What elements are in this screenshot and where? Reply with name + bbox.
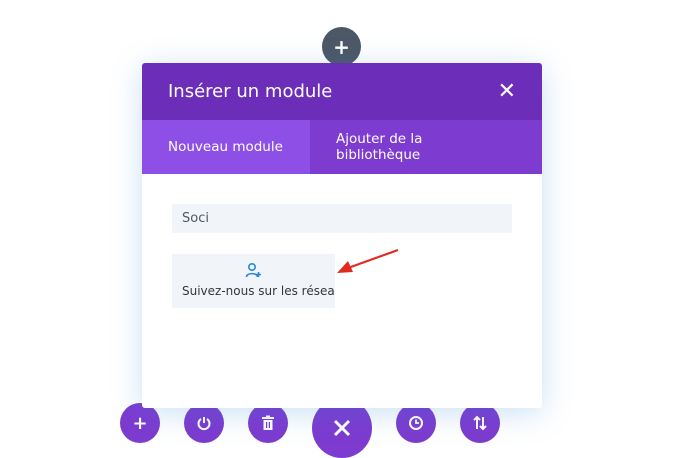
modal-title: Insérer un module (168, 81, 333, 102)
add-section-button[interactable]: + (322, 27, 361, 66)
module-search-input[interactable] (172, 204, 512, 233)
tab-label: Nouveau module (168, 139, 283, 155)
tab-label-line2: bibliothèque (336, 147, 421, 163)
annotation-arrow-icon (337, 248, 399, 273)
close-icon[interactable]: ✕ (498, 80, 516, 103)
add-module-button[interactable]: + (120, 403, 160, 443)
power-icon (197, 417, 211, 431)
tab-label: Ajouter de la bibliothèque (336, 131, 422, 163)
insert-module-modal: Insérer un module ✕ Nouveau module Ajout… (142, 63, 542, 408)
tab-add-from-library[interactable]: Ajouter de la bibliothèque (310, 120, 450, 174)
portability-button[interactable] (460, 403, 500, 443)
follow-user-icon (245, 262, 261, 278)
tab-new-module[interactable]: Nouveau module (142, 120, 310, 174)
history-icon (409, 416, 423, 430)
close-icon (333, 419, 351, 437)
delete-module-button[interactable] (248, 403, 288, 443)
history-button[interactable] (396, 403, 436, 443)
module-label: Suivez-nous sur les réseaux sociaux (182, 284, 335, 298)
sort-icon (473, 415, 487, 431)
modal-header: Insérer un module ✕ (142, 63, 542, 120)
module-social-follow[interactable]: Suivez-nous sur les réseaux sociaux (172, 254, 335, 308)
modal-tabs: Nouveau module Ajouter de la bibliothèqu… (142, 120, 542, 174)
plus-icon: + (333, 34, 350, 59)
tab-label-line1: Ajouter de la (336, 131, 423, 147)
modal-body: Suivez-nous sur les réseaux sociaux (142, 174, 542, 408)
toggle-module-button[interactable] (184, 403, 224, 443)
plus-icon: + (132, 412, 148, 434)
trash-icon (262, 415, 274, 430)
